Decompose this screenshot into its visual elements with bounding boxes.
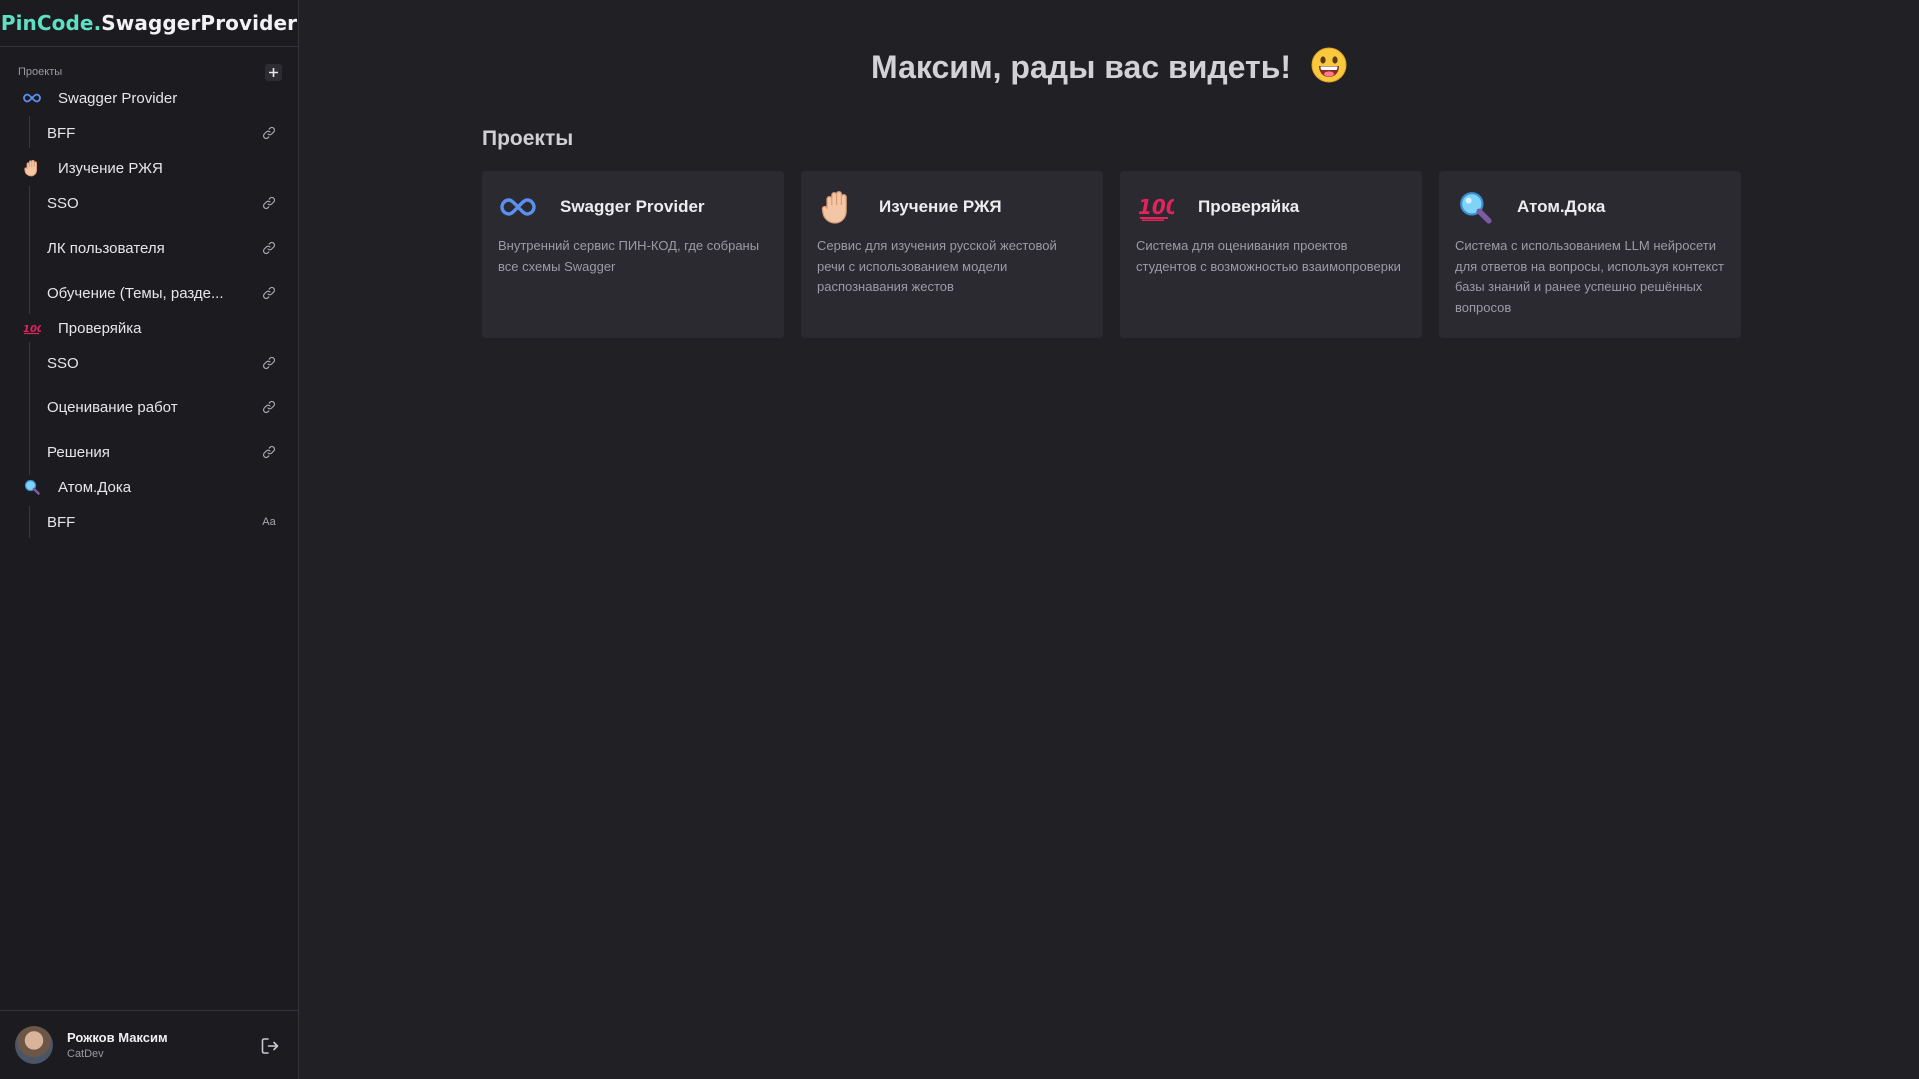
user-name: Рожков Максим bbox=[67, 1030, 168, 1045]
project-card-rsl[interactable]: Изучение РЖЯ Сервис для изучения русской… bbox=[801, 171, 1103, 338]
infinity-icon bbox=[22, 88, 42, 108]
link-icon[interactable] bbox=[261, 125, 277, 141]
projects-header: Проекты bbox=[18, 62, 282, 82]
card-description: Система для оценивания проектов студенто… bbox=[1136, 238, 1401, 274]
card-description: Внутренний сервис ПИН-КОД, где собраны в… bbox=[498, 238, 760, 274]
sidebar-item-bff[interactable]: BFF bbox=[47, 119, 277, 147]
main-content: Максим, рады вас видеть! Проекты Swagger… bbox=[300, 0, 1919, 1079]
add-project-button[interactable] bbox=[265, 63, 282, 81]
brand-part-1: PinCode. bbox=[0, 11, 102, 35]
raised-hand-icon bbox=[817, 187, 857, 227]
svg-text:100: 100 bbox=[1138, 195, 1174, 219]
brand-part-2: SwaggerProvider bbox=[101, 11, 298, 35]
sidebar-item-sso[interactable]: SSO bbox=[47, 349, 277, 377]
raised-hand-icon bbox=[22, 158, 42, 178]
sidebar-project-label: Изучение РЖЯ bbox=[58, 159, 163, 177]
plus-icon bbox=[269, 67, 278, 77]
sidebar-project-proveryaika[interactable]: 100 Проверяйка bbox=[22, 314, 282, 342]
projects-label: Проекты bbox=[18, 66, 63, 78]
card-title: Изучение РЖЯ bbox=[879, 197, 1002, 216]
brand-logo[interactable]: PinCode. SwaggerProvider bbox=[0, 0, 298, 47]
sidebar-item-label: BFF bbox=[47, 513, 76, 531]
project-card-proveryaika[interactable]: 100 Проверяйка Система для оценивания пр… bbox=[1120, 171, 1422, 338]
user-role: CatDev bbox=[67, 1048, 104, 1060]
project-card-atom-doka[interactable]: Атом.Дока Система с использованием LLM н… bbox=[1439, 171, 1741, 338]
grinning-face-icon bbox=[1311, 47, 1347, 83]
sidebar-item-user-account[interactable]: ЛК пользователя bbox=[47, 234, 277, 262]
project-card-swagger-provider[interactable]: Swagger Provider Внутренний сервис ПИН-К… bbox=[482, 171, 784, 338]
sidebar-project-label: Проверяйка bbox=[58, 319, 142, 337]
user-profile: Рожков Максим CatDev bbox=[0, 1010, 299, 1079]
card-title: Swagger Provider bbox=[560, 197, 705, 216]
logout-icon[interactable] bbox=[259, 1035, 281, 1057]
font-aa-icon[interactable]: Aa bbox=[261, 514, 277, 530]
sidebar-item-label: BFF bbox=[47, 124, 76, 142]
magnifier-icon bbox=[22, 477, 42, 497]
sidebar-item-label: ЛК пользователя bbox=[47, 239, 165, 257]
infinity-icon bbox=[498, 187, 538, 227]
sidebar-project-label: Swagger Provider bbox=[58, 89, 178, 107]
sidebar-item-grading[interactable]: Оценивание работ bbox=[47, 393, 277, 421]
greeting-heading: Максим, рады вас видеть! bbox=[300, 46, 1919, 86]
link-icon[interactable] bbox=[261, 195, 277, 211]
sidebar: PinCode. SwaggerProvider Проекты Swagger … bbox=[0, 0, 299, 1079]
greeting-text: Максим, рады вас видеть! bbox=[871, 49, 1292, 85]
sidebar-item-label: Решения bbox=[47, 443, 110, 461]
sidebar-item-label: Обучение (Темы, разде... bbox=[47, 284, 224, 302]
hundred-points-icon: 100 bbox=[1136, 187, 1176, 227]
avatar[interactable] bbox=[15, 1026, 53, 1064]
tree-line bbox=[29, 506, 30, 538]
card-description: Сервис для изучения русской жестовой реч… bbox=[817, 238, 1057, 294]
app: PinCode. SwaggerProvider Проекты Swagger … bbox=[0, 0, 1919, 1079]
hundred-points-icon: 100 bbox=[22, 318, 42, 338]
project-cards: Swagger Provider Внутренний сервис ПИН-К… bbox=[482, 171, 1741, 338]
magnifier-icon bbox=[1455, 187, 1495, 227]
sidebar-project-rsl[interactable]: Изучение РЖЯ bbox=[22, 154, 282, 182]
sidebar-item-label: SSO bbox=[47, 354, 79, 372]
sidebar-item-label: SSO bbox=[47, 194, 79, 212]
sidebar-item-learning[interactable]: Обучение (Темы, разде... bbox=[47, 279, 277, 307]
link-icon[interactable] bbox=[261, 355, 277, 371]
sidebar-project-atom-doka[interactable]: Атом.Дока bbox=[22, 473, 282, 501]
sidebar-item-sso[interactable]: SSO bbox=[47, 189, 277, 217]
link-icon[interactable] bbox=[261, 399, 277, 415]
sidebar-item-bff[interactable]: BFF Aa bbox=[47, 508, 277, 536]
sidebar-project-swagger-provider[interactable]: Swagger Provider bbox=[22, 84, 282, 112]
sidebar-project-label: Атом.Дока bbox=[58, 478, 132, 496]
sidebar-item-label: Оценивание работ bbox=[47, 398, 178, 416]
tree-line bbox=[29, 186, 30, 314]
card-description: Система с использованием LLM нейросети д… bbox=[1455, 238, 1724, 315]
card-title: Проверяйка bbox=[1198, 197, 1300, 216]
section-title: Проекты bbox=[482, 127, 574, 150]
link-icon[interactable] bbox=[261, 444, 277, 460]
link-icon[interactable] bbox=[261, 285, 277, 301]
sidebar-item-solutions[interactable]: Решения bbox=[47, 438, 277, 466]
tree-line bbox=[29, 342, 30, 475]
link-icon[interactable] bbox=[261, 240, 277, 256]
card-title: Атом.Дока bbox=[1517, 197, 1606, 216]
tree-line bbox=[29, 116, 30, 148]
